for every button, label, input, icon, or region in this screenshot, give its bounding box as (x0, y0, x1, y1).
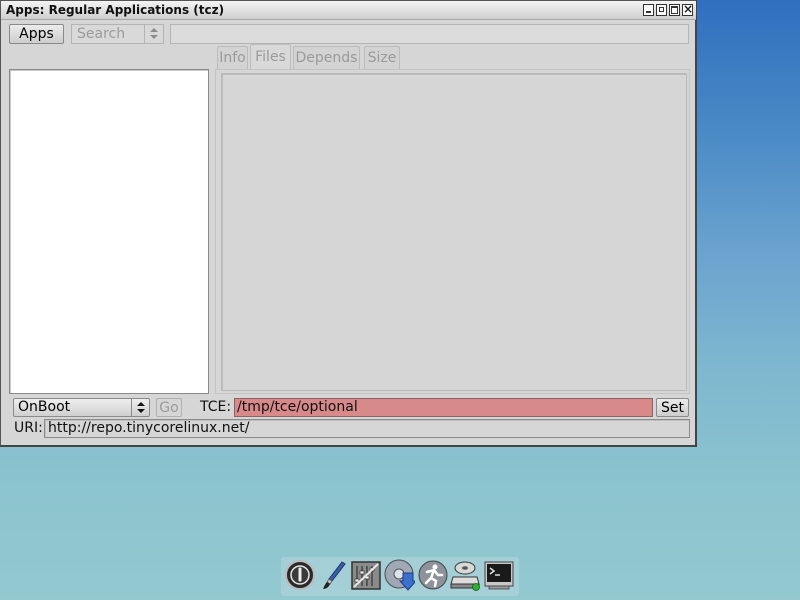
window-title: Apps: Regular Applications (tcz) (6, 3, 225, 17)
files-text-area[interactable] (221, 73, 687, 391)
search-input[interactable] (170, 24, 689, 44)
tab-content-panel (215, 69, 690, 394)
control-panel-icon[interactable] (350, 559, 382, 591)
search-mode-value: Search (77, 26, 126, 42)
window-controls: × (643, 2, 693, 16)
search-mode-select[interactable]: Search (71, 24, 164, 44)
set-button[interactable]: Set (656, 398, 689, 417)
tab-info[interactable]: Info (217, 46, 248, 69)
mount-drive-icon[interactable] (450, 559, 482, 591)
spinner-arrows-icon (131, 399, 149, 416)
uri-label: URI: (14, 420, 43, 436)
install-app-icon[interactable] (383, 559, 415, 591)
minimize-icon[interactable] (643, 4, 654, 16)
tce-path-field[interactable]: /tmp/tce/optional (234, 398, 653, 417)
apps-menu-button[interactable]: Apps (9, 24, 64, 44)
tab-size[interactable]: Size (364, 46, 400, 69)
uri-field[interactable]: http://repo.tinycorelinux.net/ (44, 419, 690, 438)
terminal-icon[interactable] (483, 559, 515, 591)
install-mode-value: OnBoot (18, 399, 71, 415)
maximize-icon[interactable] (669, 4, 680, 16)
close-icon[interactable]: × (682, 2, 693, 16)
install-mode-select[interactable]: OnBoot (13, 398, 150, 417)
spinner-arrows-icon (144, 25, 163, 43)
launcher-dock (281, 557, 519, 596)
restore-icon[interactable] (656, 4, 667, 16)
tab-files[interactable]: Files (250, 44, 291, 69)
run-icon[interactable] (417, 559, 449, 591)
paint-brush-icon[interactable] (318, 559, 350, 591)
go-button[interactable]: Go (156, 398, 182, 417)
application-list[interactable] (9, 69, 209, 394)
tab-depends[interactable]: Depends (293, 46, 360, 69)
power-icon[interactable] (284, 559, 316, 591)
tce-label: TCE: (200, 399, 232, 415)
title-bar[interactable]: Apps: Regular Applications (tcz) × (1, 1, 696, 20)
apps-window: Apps: Regular Applications (tcz) × Apps … (0, 0, 697, 447)
